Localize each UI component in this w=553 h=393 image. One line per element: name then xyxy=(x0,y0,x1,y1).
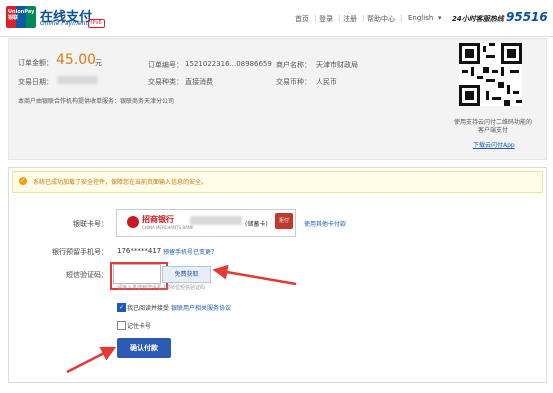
arrow-to-get-code xyxy=(212,264,297,286)
arrow-to-confirm xyxy=(66,346,117,374)
annotation-arrows xyxy=(66,264,297,374)
